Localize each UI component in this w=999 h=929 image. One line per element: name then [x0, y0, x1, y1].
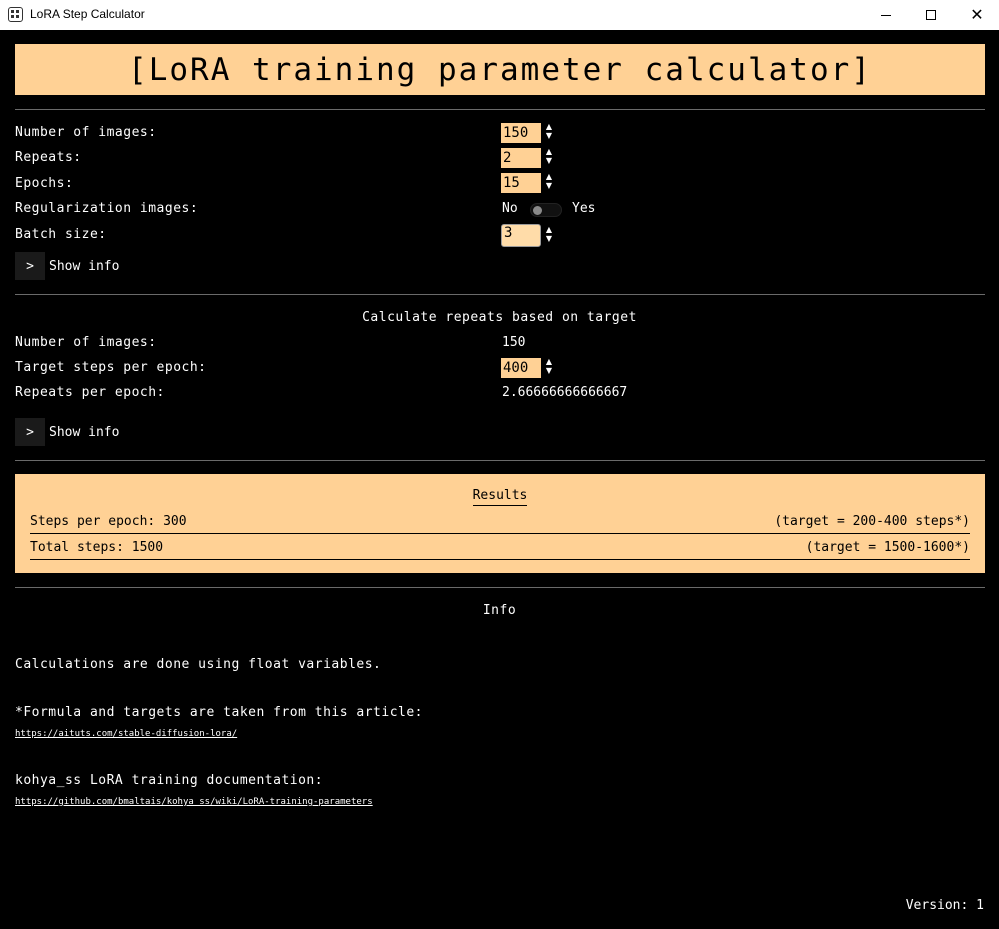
divider: [15, 587, 985, 588]
total-steps-label: Total steps:: [30, 540, 124, 555]
show-info-label: Show info: [49, 258, 120, 274]
close-button[interactable]: ✕: [954, 0, 999, 30]
minimize-button[interactable]: [863, 0, 909, 30]
page-header: [LoRA training parameter calculator]: [15, 44, 985, 95]
target-steps-spinner[interactable]: ▲ ▼: [543, 358, 555, 378]
images-spinner[interactable]: ▲ ▼: [543, 123, 555, 143]
kohya-note: kohya_ss LoRA training documentation:: [15, 773, 324, 788]
toggle-yes-label: Yes: [572, 201, 596, 216]
maximize-icon: [926, 10, 936, 20]
window-title: LoRA Step Calculator: [30, 7, 145, 21]
steps-per-epoch-value: 300: [163, 514, 187, 529]
show-info-button[interactable]: > Show info: [15, 418, 145, 446]
article-link[interactable]: https://aituts.com/stable-diffusion-lora…: [15, 729, 237, 739]
repeats-spinner[interactable]: ▲ ▼: [543, 148, 555, 168]
calc-note: Calculations are done using float variab…: [15, 657, 382, 672]
repeats-per-epoch-value: 2.66666666666667: [502, 385, 628, 400]
close-icon: ✕: [970, 5, 984, 24]
calc-images-value: 150: [502, 335, 526, 350]
results-divider: [30, 533, 970, 534]
total-target: (target = 1500-1600*): [805, 540, 970, 555]
results-title: Results: [15, 488, 985, 506]
window-titlebar: LoRA Step Calculator ✕: [0, 0, 999, 30]
repeats-input[interactable]: 2: [501, 148, 541, 168]
regularization-label: Regularization images:: [15, 201, 199, 216]
target-steps-label: Target steps per epoch:: [15, 360, 207, 375]
chevron-down-icon[interactable]: ▼: [543, 182, 555, 191]
divider: [15, 109, 985, 110]
results-title-text: Results: [472, 488, 528, 506]
total-steps-value: 1500: [131, 540, 164, 555]
show-info-label: Show info: [49, 424, 120, 440]
chevron-down-icon[interactable]: ▼: [543, 132, 555, 141]
total-steps-text: Total steps: 1500: [30, 540, 163, 555]
images-label: Number of images:: [15, 125, 157, 140]
batch-size-input[interactable]: 3: [501, 224, 541, 247]
formula-note: *Formula and targets are taken from this…: [15, 705, 424, 720]
repeats-label: Repeats:: [15, 150, 82, 165]
calc-images-label: Number of images:: [15, 335, 157, 350]
epochs-spinner[interactable]: ▲ ▼: [543, 173, 555, 193]
epochs-input[interactable]: 15: [501, 173, 541, 193]
repeats-section-title: Calculate repeats based on target: [362, 310, 637, 325]
divider: [15, 460, 985, 461]
chevron-down-icon[interactable]: ▼: [543, 235, 555, 244]
info-title: Info: [482, 603, 517, 618]
maximize-button[interactable]: [908, 0, 954, 30]
steps-target: (target = 200-400 steps*): [774, 514, 970, 529]
epochs-label: Epochs:: [15, 176, 74, 191]
minimize-icon: [881, 14, 891, 16]
regularization-toggle[interactable]: [530, 203, 562, 217]
toggle-no-label: No: [502, 201, 518, 216]
target-steps-input[interactable]: 400: [501, 358, 541, 378]
steps-per-epoch-label: Steps per epoch:: [30, 514, 156, 529]
kohya-link[interactable]: https://github.com/bmaltais/kohya_ss/wik…: [15, 797, 373, 807]
chevron-right-icon: >: [15, 418, 45, 446]
results-divider: [30, 559, 970, 560]
chevron-down-icon[interactable]: ▼: [543, 367, 555, 376]
repeats-per-epoch-label: Repeats per epoch:: [15, 385, 165, 400]
chevron-down-icon[interactable]: ▼: [543, 157, 555, 166]
images-input[interactable]: 150: [501, 123, 541, 143]
page-title: [LoRA training parameter calculator]: [128, 51, 872, 88]
divider: [15, 294, 985, 295]
app-icon: [8, 7, 23, 22]
batch-size-spinner[interactable]: ▲ ▼: [543, 226, 555, 246]
results-panel: Results Steps per epoch: 300 (target = 2…: [15, 474, 985, 573]
show-info-button[interactable]: > Show info: [15, 252, 145, 280]
steps-per-epoch-text: Steps per epoch: 300: [30, 514, 187, 529]
toggle-knob: [533, 206, 542, 215]
version-label: Version: 1: [905, 898, 984, 913]
batch-size-label: Batch size:: [15, 227, 107, 242]
chevron-right-icon: >: [15, 252, 45, 280]
